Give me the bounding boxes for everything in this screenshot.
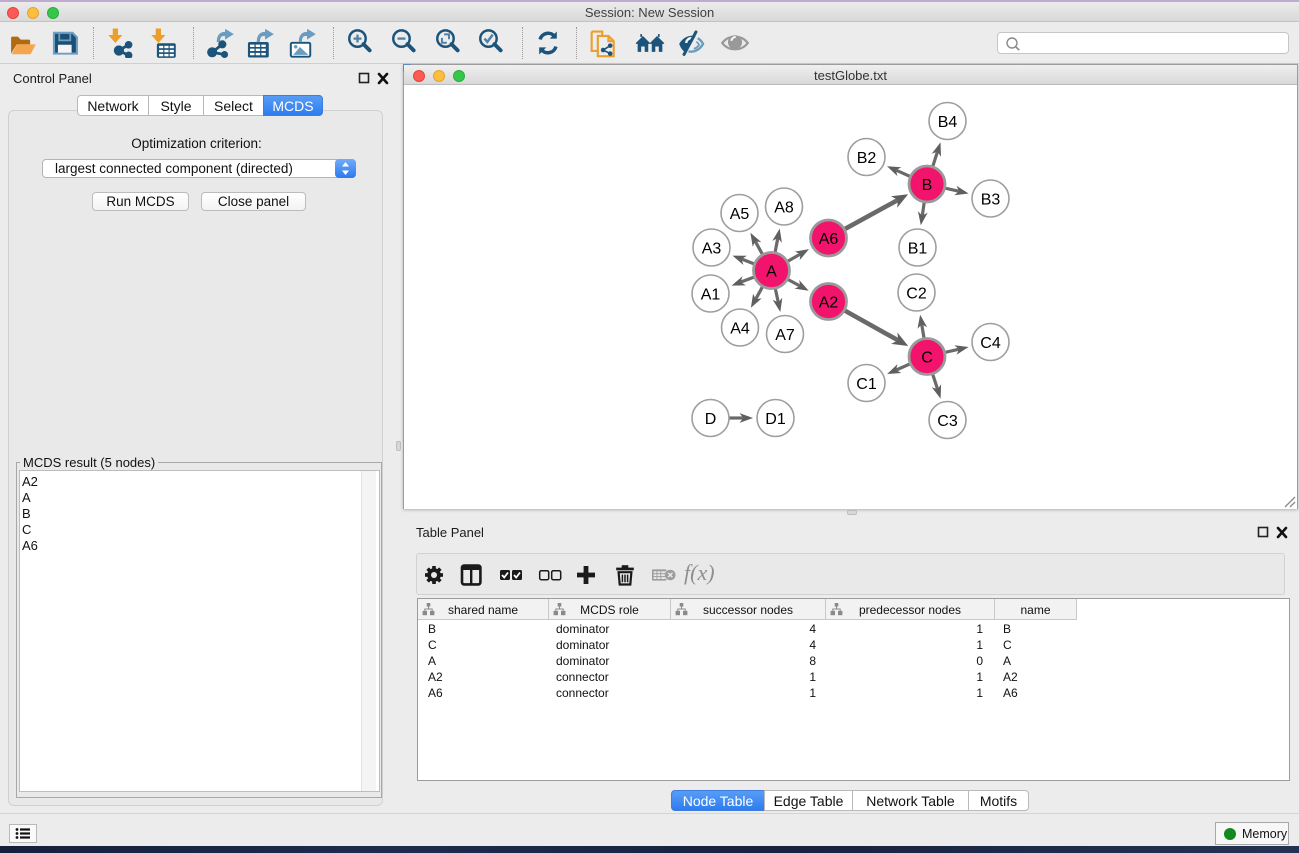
svg-text:B3: B3 xyxy=(981,191,1001,208)
svg-text:D1: D1 xyxy=(765,411,786,428)
svg-text:A8: A8 xyxy=(774,199,794,216)
svg-text:A4: A4 xyxy=(730,320,750,337)
svg-text:B: B xyxy=(922,177,933,194)
svg-text:A1: A1 xyxy=(701,286,721,303)
svg-text:A: A xyxy=(766,263,777,280)
svg-text:A3: A3 xyxy=(702,240,722,257)
svg-text:C: C xyxy=(921,349,933,366)
svg-text:A6: A6 xyxy=(819,231,839,248)
svg-text:B2: B2 xyxy=(857,150,877,167)
svg-text:C3: C3 xyxy=(937,413,958,430)
svg-text:C4: C4 xyxy=(980,335,1001,352)
svg-text:D: D xyxy=(705,411,717,428)
svg-text:A7: A7 xyxy=(775,327,795,344)
svg-text:C2: C2 xyxy=(906,285,927,302)
svg-text:C1: C1 xyxy=(856,376,877,393)
svg-text:B1: B1 xyxy=(908,240,928,257)
svg-text:B4: B4 xyxy=(938,114,958,131)
svg-text:A2: A2 xyxy=(819,294,839,311)
svg-text:A5: A5 xyxy=(730,206,750,223)
